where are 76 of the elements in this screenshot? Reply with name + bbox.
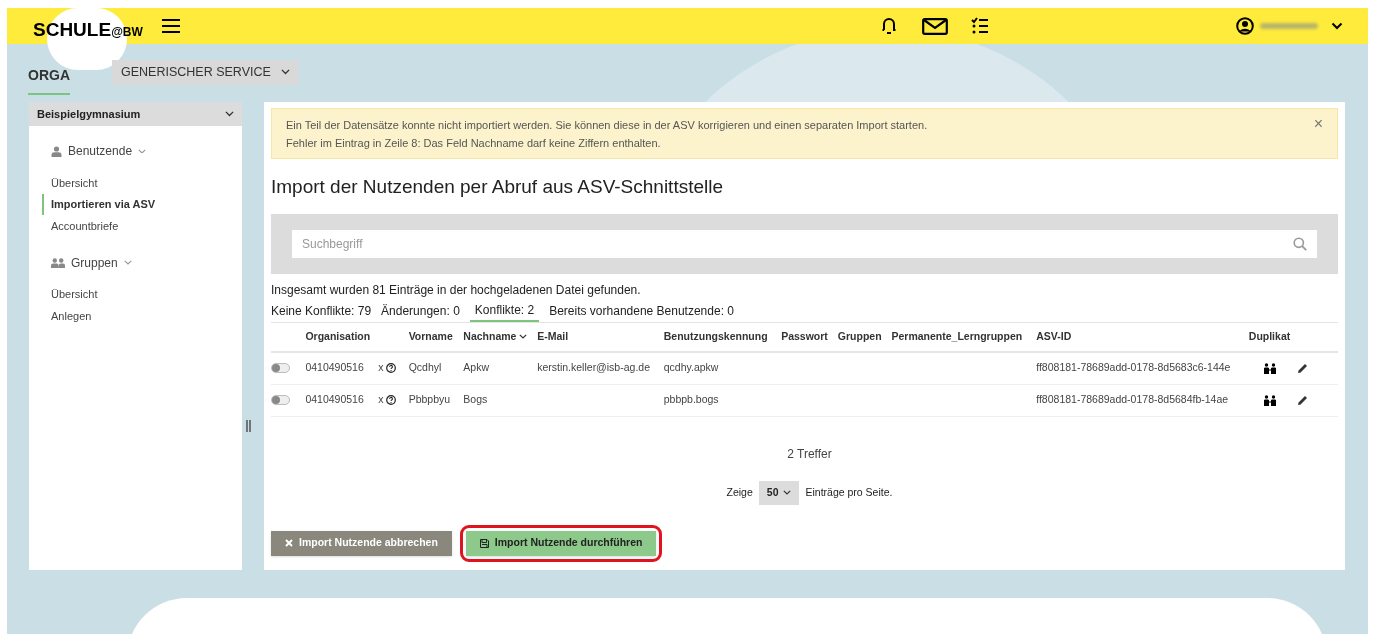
user-avatar-icon[interactable] (1236, 17, 1254, 35)
page-size-label: Zeige (726, 484, 753, 500)
table-cell: 0410490516 (305, 361, 364, 374)
alert-message: Fehler im Eintrag in Zeile 8: Das Feld Nachname darf keine Ziffern enthalten. (286, 137, 661, 149)
school-dropdown[interactable]: Beispielgymnasium (29, 102, 242, 126)
toggle-switch[interactable] (271, 395, 290, 405)
pencil-icon[interactable] (1297, 394, 1309, 406)
column-header: Organisation (305, 328, 371, 344)
page-size-dropdown[interactable]: 50 (758, 480, 800, 505)
sidebar-group[interactable]: Gruppen (71, 253, 132, 272)
table-cell: Pbbpbyu (408, 393, 451, 406)
caret-icon (138, 148, 147, 154)
page-title: Import der Nutzenden per Abruf aus ASV-Schnittstelle (271, 175, 725, 199)
caret-icon (123, 260, 132, 265)
blurred-user-name (1260, 23, 1318, 29)
sidebar-group[interactable]: Benutzende (68, 142, 147, 160)
save-icon (479, 538, 489, 548)
column-header: Vorname (408, 328, 453, 344)
status-mark: x (378, 392, 384, 408)
alert-message: Ein Teil der Datensätze konnte nicht importiert werden. Sie können diese in der ASV korrigieren und einen separaten Import starten. (286, 119, 928, 131)
caret-icon (519, 334, 528, 340)
search-icon[interactable] (1293, 236, 1307, 251)
table-cell: kerstin.keller@isb-ag.de (537, 361, 650, 374)
table-cell: pbbpb.bogs (663, 393, 719, 406)
summary-text: Insgesamt wurden 81 Einträge in der hochgeladenen Datei gefunden. (271, 281, 642, 299)
sidebar-item[interactable]: Accountbriefe (51, 215, 242, 237)
search-field[interactable]: Suchbegriff (292, 229, 1317, 258)
cancel-import-button[interactable]: Import Nutzende abbrechen (271, 530, 452, 556)
help-icon[interactable] (385, 363, 396, 374)
filter-tab[interactable]: Bereits vorhandene Benutzende: 0 (549, 300, 734, 322)
table-cell: Qcdhyl (408, 361, 442, 374)
collapse-handle[interactable] (246, 420, 251, 432)
caret-icon (783, 490, 792, 495)
filter-tab[interactable]: Änderungen: 0 (381, 300, 460, 322)
caret-icon[interactable] (1331, 22, 1343, 30)
menu-icon[interactable] (160, 18, 181, 34)
sidebar-item[interactable]: Übersicht (51, 283, 242, 305)
mail-icon[interactable] (922, 18, 948, 35)
hits-count: 2 Treffer (786, 445, 833, 463)
sidebar-item[interactable]: Anlegen (51, 305, 242, 327)
users-icon (51, 257, 65, 268)
column-header: Benutzungskennung (663, 328, 768, 344)
status-mark: x (378, 360, 384, 376)
table-cell: qcdhy.apkw (663, 361, 719, 374)
column-header: Nachname (463, 328, 528, 345)
bell-icon[interactable] (881, 17, 897, 35)
page-size-label: Einträge pro Seite. (805, 484, 893, 500)
column-header: Duplikat (1248, 328, 1291, 344)
column-header: Permanente_Lerngruppen (891, 328, 1023, 344)
close-button[interactable]: × (1313, 115, 1323, 133)
pencil-icon[interactable] (1297, 362, 1309, 374)
help-icon[interactable] (385, 395, 396, 405)
table-cell: ff808181-78689add-0178-8d5684fb-14ae (1036, 393, 1229, 406)
table-cell: 0410490516 (305, 393, 364, 406)
caret-icon (225, 111, 234, 117)
sidebar-item[interactable]: Importieren via ASV (42, 193, 242, 215)
duplicate-people-icon[interactable] (1263, 362, 1276, 374)
close-icon (285, 539, 293, 547)
duplicate-people-icon[interactable] (1263, 394, 1276, 406)
filter-tab[interactable]: Konflikte: 2 (469, 300, 540, 322)
checklist-icon[interactable] (971, 17, 989, 34)
column-header: E-Mail (537, 328, 569, 344)
filter-tab[interactable]: Keine Konflikte: 79 (271, 300, 372, 322)
sidebar-item[interactable]: Übersicht (51, 172, 242, 194)
column-header: Passwort (781, 328, 828, 344)
service-dropdown[interactable]: GENERISCHER SERVICE (112, 59, 299, 85)
caret-icon (280, 69, 290, 75)
user-icon (51, 145, 62, 157)
table-cell: ff808181-78689add-0178-8d5683c6-144e (1036, 361, 1231, 374)
toggle-switch[interactable] (271, 363, 290, 374)
column-header: Gruppen (837, 328, 882, 344)
execute-import-button[interactable]: Import Nutzende durchführen (465, 530, 657, 556)
table-cell: Bogs (463, 393, 488, 406)
section-title[interactable]: ORGA (28, 59, 70, 95)
table-cell: Apkw (463, 361, 489, 374)
column-header: ASV-ID (1036, 328, 1072, 344)
